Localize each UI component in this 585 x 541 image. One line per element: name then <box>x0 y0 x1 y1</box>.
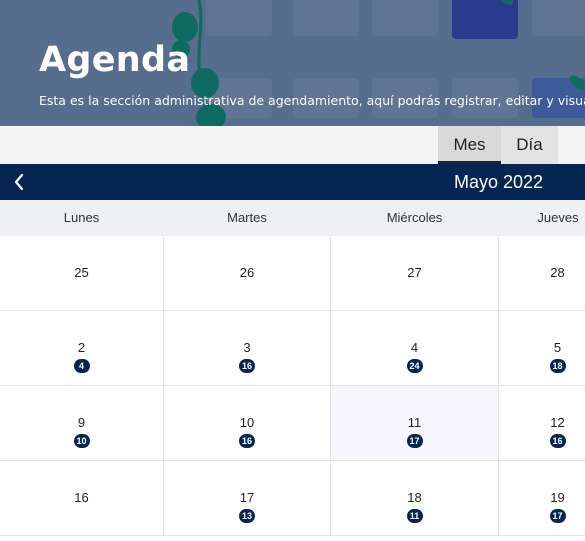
day-number: 16 <box>74 490 89 505</box>
weekday-monday: Lunes <box>63 210 100 225</box>
day-cell[interactable]: 16 <box>0 461 164 536</box>
day-cell[interactable]: 4 24 <box>331 311 499 386</box>
day-cell[interactable]: 27 <box>331 236 499 311</box>
view-toolbar: Mes Día <box>0 126 585 164</box>
day-cell[interactable]: 17 13 <box>164 461 331 536</box>
weekday-thursday: Jueves <box>537 210 579 225</box>
weekday-header: Lunes Martes Miércoles Jueves <box>0 200 585 236</box>
appointment-count-badge: 24 <box>406 359 423 373</box>
day-number: 4 <box>410 340 419 355</box>
day-cell[interactable]: 19 17 <box>499 461 585 536</box>
day-cell[interactable]: 11 17 <box>331 386 499 461</box>
chevron-left-icon <box>14 173 24 191</box>
page-header: Agenda Esta es la sección administrativa… <box>0 0 585 126</box>
day-number: 27 <box>407 265 422 280</box>
day-number: 11 <box>407 415 422 430</box>
page-title: Agenda <box>39 40 191 80</box>
decor-tile <box>293 0 359 36</box>
appointment-count-badge: 13 <box>239 509 255 523</box>
appointment-count-badge: 16 <box>549 434 566 448</box>
day-number: 26 <box>239 265 255 280</box>
appointment-count-badge: 17 <box>549 509 566 523</box>
day-cell[interactable]: 10 16 <box>164 386 331 461</box>
appointment-count-badge: 11 <box>406 509 423 523</box>
tab-day[interactable]: Día <box>501 126 558 164</box>
appointment-count-badge: 10 <box>73 434 90 448</box>
decor-tile <box>452 0 518 39</box>
day-cell[interactable]: 5 18 <box>499 311 585 386</box>
day-number: 28 <box>550 265 565 280</box>
weekday-tuesday: Martes <box>227 210 267 225</box>
day-cell[interactable]: 18 11 <box>331 461 499 536</box>
month-label: Mayo 2022 <box>454 172 544 192</box>
day-number: 25 <box>74 265 89 280</box>
day-cell[interactable]: 24 <box>0 311 164 386</box>
appointment-count-badge: 17 <box>406 434 423 448</box>
day-number: 17 <box>239 490 255 505</box>
weekday-wednesday: Miércoles <box>386 210 443 225</box>
day-cell[interactable]: 12 16 <box>499 386 585 461</box>
page-subtitle: Esta es la sección administrativa de age… <box>39 93 585 108</box>
day-number: 12 <box>550 415 565 430</box>
month-grid: 25 26 27 28 2 4 3 16 4 24 5 18 9 10 10 16 11 17 12 16 16 17 13… <box>0 236 585 541</box>
day-number: 19 <box>550 490 565 505</box>
decor-tile <box>372 0 438 36</box>
day-number: 9 <box>77 415 86 430</box>
day-cell[interactable]: 9 10 <box>0 386 164 461</box>
day-cell[interactable]: 28 <box>499 236 585 311</box>
appointment-count-badge: 16 <box>239 434 255 448</box>
calendar-navbar: Mayo 2022 <box>0 164 585 200</box>
appointment-count-badge: 18 <box>549 359 566 373</box>
tab-month[interactable]: Mes <box>438 126 501 164</box>
leaf-icon <box>172 12 198 42</box>
decor-tile <box>532 0 585 36</box>
day-number: 18 <box>407 490 422 505</box>
appointment-count-badge: 16 <box>239 359 255 373</box>
day-number: 5 <box>553 340 562 355</box>
day-number: 2 <box>77 340 86 355</box>
day-cell[interactable]: 26 <box>164 236 331 311</box>
appointment-count-badge: 4 <box>73 359 90 373</box>
day-number: 3 <box>243 340 251 355</box>
day-cell[interactable]: 3 16 <box>164 311 331 386</box>
day-cell[interactable]: 25 <box>0 236 164 311</box>
day-number: 10 <box>239 415 255 430</box>
previous-month-button[interactable] <box>8 170 32 194</box>
